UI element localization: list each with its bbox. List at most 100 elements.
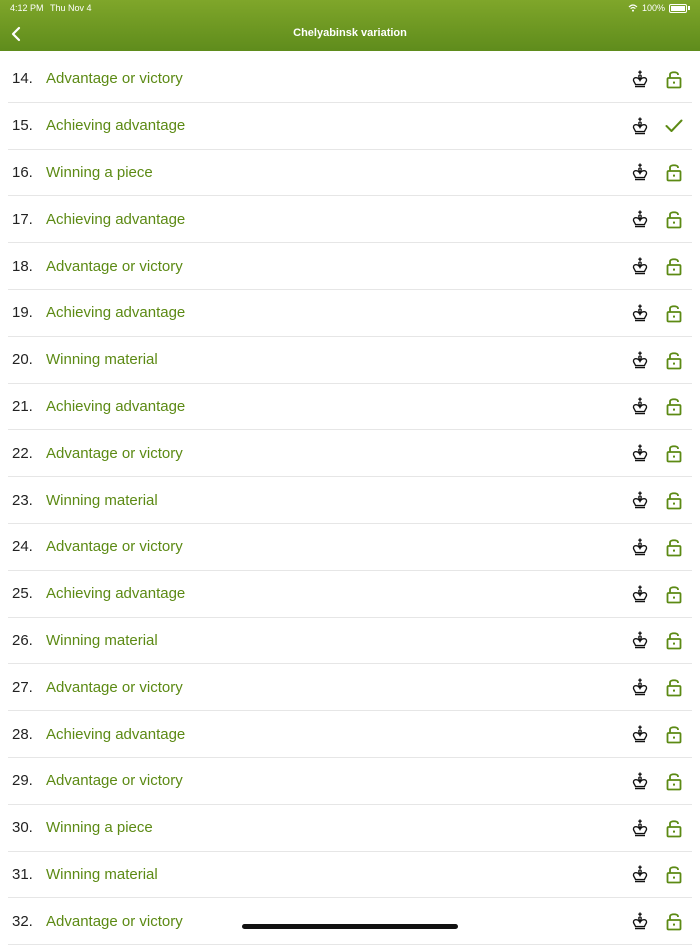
king-icon: [630, 162, 650, 182]
list-item[interactable]: 30. Winning a piece: [8, 805, 692, 852]
lock-icon: [664, 162, 684, 182]
lock-icon: [664, 630, 684, 650]
list-item[interactable]: 25. Achieving advantage: [8, 571, 692, 618]
list-item[interactable]: 24. Advantage or victory: [8, 524, 692, 571]
king-icon: [630, 677, 650, 697]
item-icons: [630, 337, 684, 383]
item-number: 24.: [12, 538, 33, 556]
lock-icon: [664, 911, 684, 931]
item-icons: [630, 477, 684, 523]
king-icon: [630, 396, 650, 416]
list-item[interactable]: 21. Achieving advantage: [8, 384, 692, 431]
list-item[interactable]: 23. Winning material: [8, 477, 692, 524]
battery-percent: 100%: [641, 3, 665, 13]
status-date: Thu Nov 4: [50, 3, 92, 13]
item-icons: [630, 56, 684, 102]
list-item[interactable]: 15. Achieving advantage: [8, 103, 692, 150]
item-number: 15.: [12, 117, 33, 135]
king-icon: [630, 303, 650, 323]
king-icon: [630, 584, 650, 604]
item-icons: [630, 758, 684, 804]
item-icons: [630, 243, 684, 289]
item-label: Winning material: [46, 865, 158, 883]
list-item[interactable]: 20. Winning material: [8, 337, 692, 384]
item-number: 20.: [12, 351, 33, 369]
king-icon: [630, 209, 650, 229]
king-icon: [630, 630, 650, 650]
king-icon: [630, 443, 650, 463]
list-item[interactable]: 26. Winning material: [8, 618, 692, 665]
king-icon: [630, 256, 650, 276]
item-label: Advantage or victory: [46, 257, 183, 275]
item-label: Winning material: [46, 351, 158, 369]
item-icons: [630, 150, 684, 196]
item-number: 16.: [12, 163, 33, 181]
home-indicator[interactable]: [242, 924, 458, 929]
item-number: 21.: [12, 397, 33, 415]
list-item[interactable]: 19. Achieving advantage: [8, 290, 692, 337]
lock-icon: [664, 864, 684, 884]
list-item[interactable]: 22. Advantage or victory: [8, 430, 692, 478]
lock-icon: [664, 771, 684, 791]
item-number: 29.: [12, 772, 33, 790]
item-number: 23.: [12, 491, 33, 509]
item-label: Advantage or victory: [46, 772, 183, 790]
lock-icon: [664, 303, 684, 323]
item-label: Advantage or victory: [46, 70, 183, 88]
item-number: 17.: [12, 210, 33, 228]
king-icon: [630, 537, 650, 557]
list-item[interactable]: 32. Advantage or victory: [8, 898, 692, 945]
list-item[interactable]: 31. Winning material: [8, 852, 692, 899]
item-number: 19.: [12, 304, 33, 322]
lock-icon: [664, 350, 684, 370]
item-label: Advantage or victory: [46, 678, 183, 696]
item-label: Winning a piece: [46, 819, 153, 837]
item-number: 25.: [12, 585, 33, 603]
checkmark-icon: [664, 116, 684, 136]
list-item[interactable]: 27. Advantage or victory: [8, 664, 692, 712]
item-label: Winning material: [46, 491, 158, 509]
lock-icon: [664, 69, 684, 89]
item-number: 14.: [12, 70, 33, 88]
item-label: Winning a piece: [46, 163, 153, 181]
king-icon: [630, 911, 650, 931]
item-icons: [630, 898, 684, 944]
lock-icon: [664, 209, 684, 229]
item-label: Advantage or victory: [46, 538, 183, 556]
item-number: 30.: [12, 819, 33, 837]
list-item[interactable]: 29. Advantage or victory: [8, 758, 692, 805]
king-icon: [630, 771, 650, 791]
item-number: 22.: [12, 444, 33, 462]
item-icons: [630, 103, 684, 149]
item-label: Advantage or victory: [46, 912, 183, 930]
wifi-icon: [628, 4, 638, 12]
lock-icon: [664, 256, 684, 276]
status-indicators: 100%: [628, 3, 690, 13]
lock-icon: [664, 443, 684, 463]
item-label: Achieving advantage: [46, 397, 186, 415]
king-icon: [630, 490, 650, 510]
item-label: Achieving advantage: [46, 304, 186, 322]
item-icons: [630, 384, 684, 430]
list-item[interactable]: 14. Advantage or victory: [8, 56, 692, 103]
item-label: Winning material: [46, 631, 158, 649]
king-icon: [630, 818, 650, 838]
list-item[interactable]: 18. Advantage or victory: [8, 243, 692, 290]
lock-icon: [664, 584, 684, 604]
king-icon: [630, 350, 650, 370]
item-label: Achieving advantage: [46, 585, 186, 603]
item-number: 18.: [12, 257, 33, 275]
lock-icon: [664, 677, 684, 697]
king-icon: [630, 116, 650, 136]
lock-icon: [664, 537, 684, 557]
list-item[interactable]: 17. Achieving advantage: [8, 196, 692, 244]
king-icon: [630, 724, 650, 744]
page-title: Chelyabinsk variation: [293, 27, 407, 39]
lock-icon: [664, 490, 684, 510]
item-icons: [630, 711, 684, 757]
item-label: Achieving advantage: [46, 725, 186, 743]
item-icons: [630, 290, 684, 336]
list-item[interactable]: 16. Winning a piece: [8, 150, 692, 197]
item-number: 32.: [12, 912, 33, 930]
list-item[interactable]: 28. Achieving advantage: [8, 711, 692, 758]
